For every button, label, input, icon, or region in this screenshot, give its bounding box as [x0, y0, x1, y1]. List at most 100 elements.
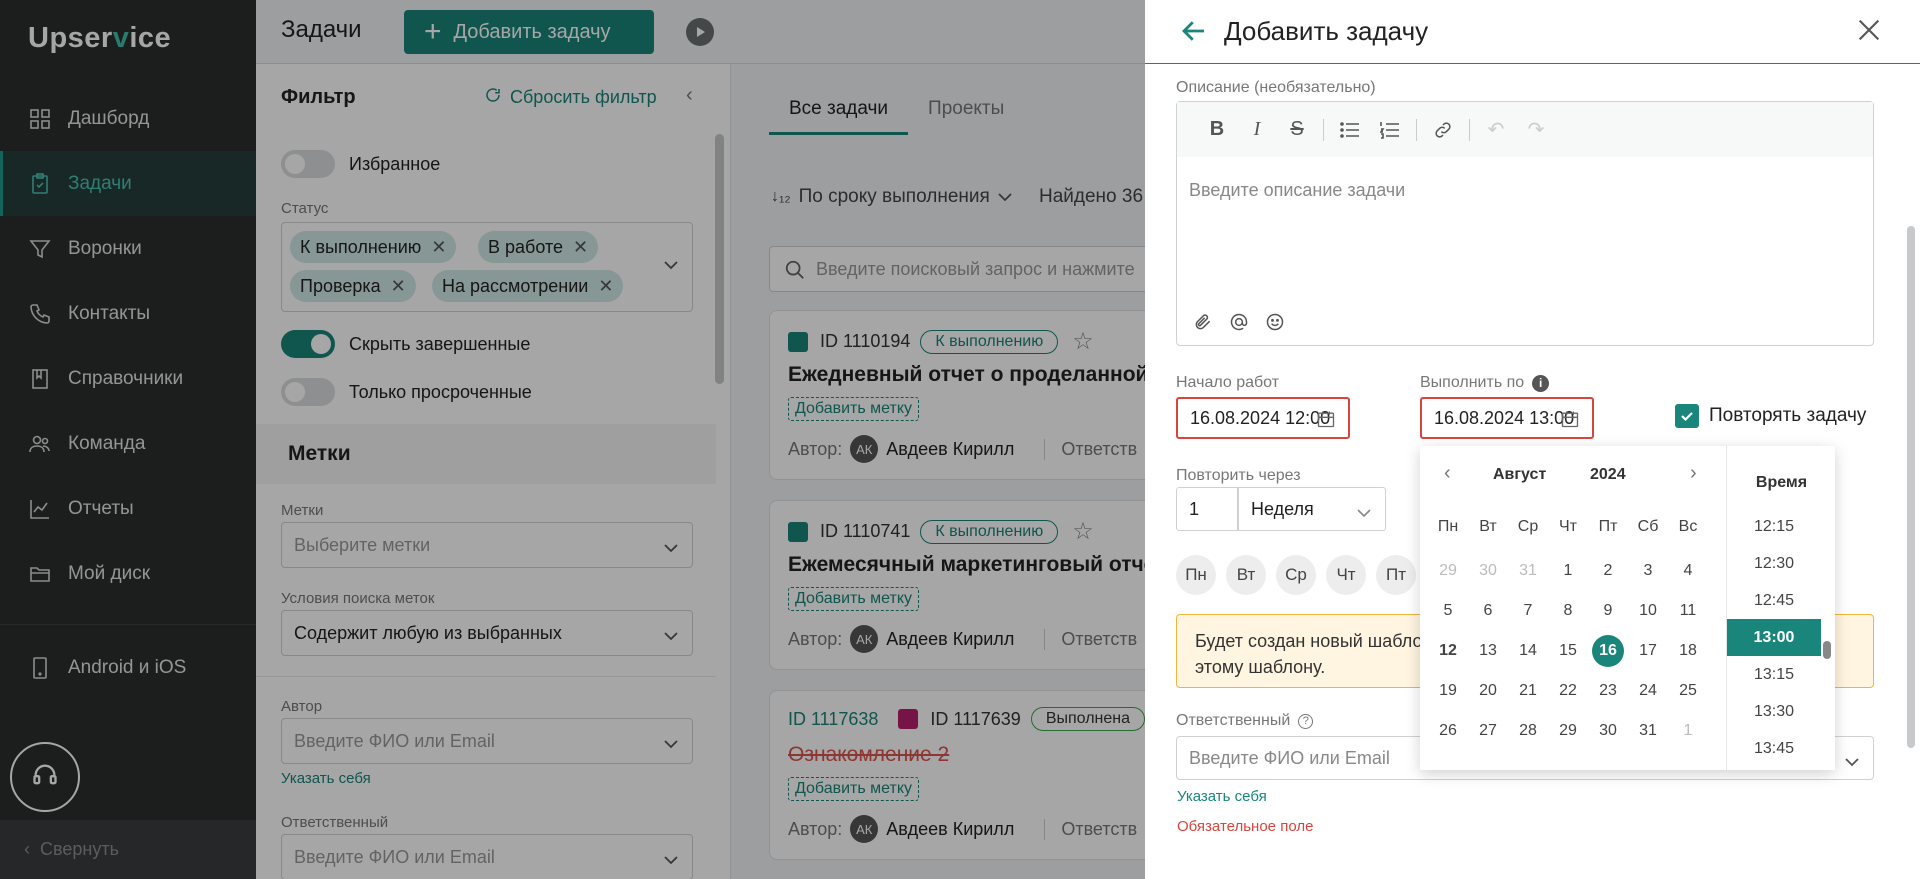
calendar-day[interactable]: 30 — [1588, 716, 1628, 746]
calendar-day[interactable]: 21 — [1508, 676, 1548, 706]
bullet-list-icon[interactable] — [1330, 115, 1370, 145]
weekday-thursday[interactable]: Чт — [1326, 555, 1366, 595]
drawer-scrollbar[interactable] — [1907, 226, 1915, 748]
weekday-label: Пт — [1598, 518, 1618, 535]
calendar-day[interactable]: 23 — [1588, 676, 1628, 706]
due-date-label: Выполнить по i — [1420, 374, 1550, 392]
calendar-day[interactable]: 9 — [1588, 596, 1628, 626]
time-column: Время 12:15 12:30 12:45 13:00 13:15 13:30 13:4… — [1726, 446, 1835, 770]
calendar: ‹ Август 2024 › Пн Вт Ср Чт Пт Сб Вс 29 30 31 1 2 3… — [1420, 446, 1726, 770]
calendar-day[interactable]: 30 — [1468, 556, 1508, 586]
info-icon[interactable]: i — [1532, 374, 1550, 392]
set-me-responsible-link[interactable]: Указать себя — [1177, 788, 1267, 805]
time-option[interactable]: 13:15 — [1727, 656, 1821, 693]
calendar-day[interactable]: 12 — [1428, 636, 1468, 666]
calendar-day[interactable]: 6 — [1468, 596, 1508, 626]
calendar-day[interactable]: 29 — [1548, 716, 1588, 746]
numbered-list-icon[interactable] — [1370, 115, 1410, 145]
weekday-label: Ср — [1517, 518, 1539, 535]
modal-backdrop[interactable] — [0, 0, 1145, 879]
drawer-header: Добавить задачу — [1145, 0, 1920, 64]
toolbar-divider — [1469, 118, 1470, 141]
weekday-wednesday[interactable]: Ср — [1276, 555, 1316, 595]
weekday-label: Сб — [1637, 518, 1659, 535]
calendar-day[interactable]: 11 — [1668, 596, 1708, 626]
time-option[interactable]: 12:45 — [1727, 582, 1821, 619]
calendar-day[interactable]: 19 — [1428, 676, 1468, 706]
calendar-day[interactable]: 24 — [1628, 676, 1668, 706]
calendar-day[interactable]: 17 — [1628, 636, 1668, 666]
calendar-day[interactable]: 15 — [1548, 636, 1588, 666]
repeat-every-label: Повторить через — [1176, 467, 1301, 484]
calendar-icon — [1560, 409, 1580, 434]
repeat-task-checkbox[interactable]: Повторять задачу — [1675, 404, 1866, 428]
smile-icon[interactable] — [1265, 312, 1285, 337]
date-time-picker: ‹ Август 2024 › Пн Вт Ср Чт Пт Сб Вс 29 30 31 1 2 3… — [1420, 446, 1835, 770]
time-option-selected[interactable]: 13:00 — [1727, 619, 1821, 656]
arrow-left-icon[interactable] — [1179, 16, 1209, 51]
calendar-day[interactable]: 1 — [1668, 716, 1708, 746]
calendar-day[interactable]: 3 — [1628, 556, 1668, 586]
chevron-left-icon[interactable]: ‹ — [1444, 462, 1451, 485]
at-sign-icon[interactable] — [1229, 312, 1249, 337]
weekday-label: Вт — [1479, 518, 1497, 535]
undo-icon[interactable]: ↶ — [1476, 115, 1516, 145]
repeat-period-select[interactable]: Неделя — [1238, 487, 1386, 531]
link-icon[interactable] — [1423, 115, 1463, 145]
start-date-input[interactable]: 16.08.2024 12:00 — [1176, 397, 1350, 439]
calendar-day[interactable]: 20 — [1468, 676, 1508, 706]
check-icon — [1675, 404, 1699, 428]
calendar-day[interactable]: 7 — [1508, 596, 1548, 626]
weekday-label: Пн — [1437, 518, 1459, 535]
italic-icon[interactable]: I — [1237, 115, 1277, 145]
weekday-monday[interactable]: Пн — [1176, 555, 1216, 595]
year-select[interactable]: 2024 — [1590, 466, 1626, 484]
help-icon[interactable]: ? — [1298, 713, 1314, 729]
toolbar-divider — [1323, 118, 1324, 141]
time-option[interactable]: 13:45 — [1727, 730, 1821, 767]
drawer-title: Добавить задачу — [1224, 16, 1429, 46]
chevron-down-icon — [1357, 502, 1371, 523]
responsible-label: Ответственный ? — [1176, 712, 1314, 730]
weekday-label: Чт — [1559, 518, 1577, 535]
time-option[interactable]: 12:30 — [1727, 545, 1821, 582]
calendar-day[interactable]: 31 — [1508, 556, 1548, 586]
time-option[interactable]: 12:15 — [1727, 508, 1821, 545]
editor-toolbar: B I S ↶ ↷ — [1177, 102, 1873, 157]
calendar-day[interactable]: 13 — [1468, 636, 1508, 666]
calendar-day[interactable]: 22 — [1548, 676, 1588, 706]
calendar-day[interactable]: 25 — [1668, 676, 1708, 706]
calendar-day[interactable]: 2 — [1588, 556, 1628, 586]
calendar-day[interactable]: 31 — [1628, 716, 1668, 746]
calendar-day-selected[interactable]: 16 — [1592, 635, 1624, 667]
calendar-day[interactable]: 8 — [1548, 596, 1588, 626]
weekday-friday[interactable]: Пт — [1376, 555, 1416, 595]
calendar-day[interactable]: 5 — [1428, 596, 1468, 626]
calendar-day[interactable]: 4 — [1668, 556, 1708, 586]
time-option[interactable]: 13:30 — [1727, 693, 1821, 730]
calendar-day[interactable]: 18 — [1668, 636, 1708, 666]
calendar-day[interactable]: 29 — [1428, 556, 1468, 586]
required-field-error: Обязательное поле — [1177, 818, 1314, 835]
paperclip-icon[interactable] — [1193, 312, 1213, 337]
weekday-label: Вс — [1678, 518, 1698, 535]
bold-icon[interactable]: B — [1197, 115, 1237, 145]
calendar-icon — [1316, 409, 1336, 434]
calendar-day[interactable]: 28 — [1508, 716, 1548, 746]
toolbar-divider — [1416, 118, 1417, 141]
strikethrough-icon[interactable]: S — [1277, 115, 1317, 145]
month-select[interactable]: Август — [1493, 466, 1546, 484]
repeat-count-input[interactable]: 1 — [1176, 487, 1238, 531]
close-icon[interactable] — [1855, 16, 1883, 49]
chevron-right-icon[interactable]: › — [1690, 462, 1697, 485]
calendar-day[interactable]: 1 — [1548, 556, 1588, 586]
calendar-day[interactable]: 26 — [1428, 716, 1468, 746]
weekday-tuesday[interactable]: Вт — [1226, 555, 1266, 595]
calendar-day[interactable]: 27 — [1468, 716, 1508, 746]
due-date-input[interactable]: 16.08.2024 13:00 — [1420, 397, 1594, 439]
calendar-day[interactable]: 10 — [1628, 596, 1668, 626]
description-editor[interactable]: B I S ↶ ↷ Введите описание задачи — [1176, 101, 1874, 346]
redo-icon[interactable]: ↷ — [1516, 115, 1556, 145]
time-scrollbar[interactable] — [1823, 641, 1831, 659]
calendar-day[interactable]: 14 — [1508, 636, 1548, 666]
